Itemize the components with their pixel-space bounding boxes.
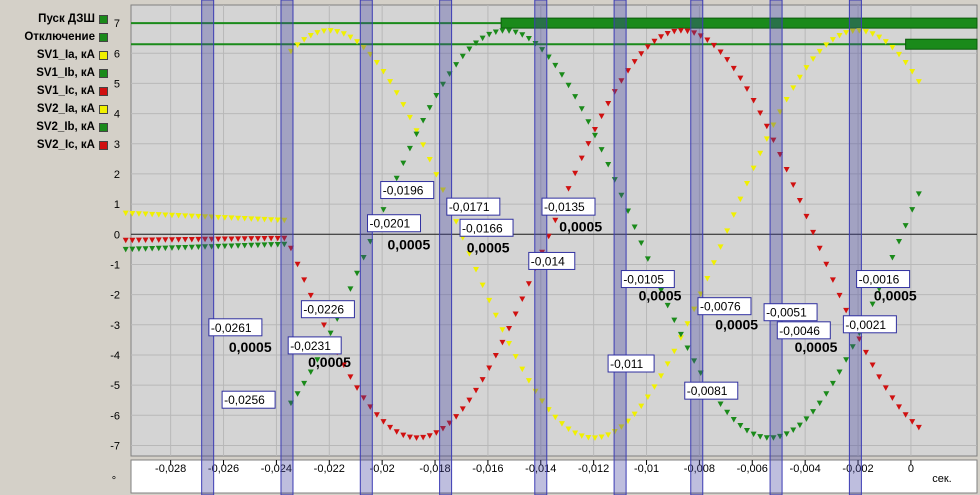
- time-cursor[interactable]: [280, 0, 294, 495]
- time-cursor[interactable]: [534, 0, 548, 495]
- y-tick-label: -4: [110, 350, 120, 362]
- x-tick-label: -0,006: [737, 463, 768, 475]
- cursor-time-label: -0,0196: [383, 184, 424, 198]
- cursor-time-label: -0,0021: [845, 318, 886, 332]
- cursor-delta-label: 0,0005: [229, 339, 272, 355]
- x-tick-label: 0: [908, 463, 914, 475]
- time-cursor[interactable]: [359, 0, 373, 495]
- x-tick-label: -0,016: [472, 463, 503, 475]
- x-axis-label: сек.: [932, 473, 952, 485]
- cursor-time-label: -0,0256: [224, 393, 265, 407]
- x-tick-label: -0,028: [155, 463, 186, 475]
- cursor-delta-label: 0,0005: [639, 288, 682, 304]
- cursor-time-label: -0,0046: [779, 324, 820, 338]
- x-tick-label: -0,02: [370, 463, 395, 475]
- cursor-time-label: -0,0201: [370, 217, 411, 231]
- x-tick-label: -0,01: [634, 463, 659, 475]
- cursor-time-label: -0,014: [531, 254, 565, 268]
- cursor-delta-label: 0,0005: [795, 339, 838, 355]
- y-tick-label: -5: [110, 380, 120, 392]
- y-tick-label: 3: [114, 139, 120, 151]
- cursor-time-label: -0,0105: [623, 273, 664, 287]
- time-cursor[interactable]: [613, 0, 627, 495]
- data-point-Ia: [122, 210, 129, 217]
- cursor-delta-label: 0,0005: [715, 316, 758, 332]
- cursor-delta-label: 0,0005: [559, 218, 602, 234]
- y-tick-label: 4: [114, 109, 120, 121]
- y-tick-label: -2: [110, 290, 120, 302]
- cursor-time-label: -0,0166: [462, 221, 503, 235]
- y-tick-label: -3: [110, 320, 120, 332]
- y-tick-label: -1: [110, 259, 120, 271]
- y-tick-label: 2: [114, 169, 120, 181]
- cursor-time-label: -0,0076: [700, 300, 741, 314]
- y-tick-label: 5: [114, 78, 120, 90]
- x-tick-label: -0,022: [314, 463, 345, 475]
- cursor-time-label: -0,0016: [859, 273, 900, 287]
- cursor-time-label: -0,0261: [211, 321, 252, 335]
- digital-channel-active: [500, 17, 978, 29]
- x-tick-label: -0,012: [578, 463, 609, 475]
- cursor-time-label: -0,0231: [290, 339, 331, 353]
- cursor-delta-label: 0,0005: [308, 354, 351, 370]
- cursor-delta-label: 0,0005: [467, 239, 510, 255]
- cursor-time-label: -0,0171: [449, 200, 490, 214]
- time-cursor[interactable]: [201, 0, 215, 495]
- data-point-Ib: [122, 246, 129, 253]
- axis-unit-mark: °: [112, 475, 116, 487]
- time-cursor[interactable]: [848, 0, 862, 495]
- cursor-time-label: -0,0051: [766, 306, 807, 320]
- time-cursor[interactable]: [439, 0, 453, 495]
- y-tick-label: -7: [110, 440, 120, 452]
- cursor-time-label: -0,0081: [687, 384, 728, 398]
- oscillogram-chart[interactable]: 76543210-1-2-3-4-5-6-7-0,028 -0,026 -0,024…: [0, 0, 980, 495]
- cursor-delta-label: 0,0005: [874, 288, 917, 304]
- cursor-time-label: -0,0135: [544, 200, 585, 214]
- y-tick-label: 0: [114, 229, 120, 241]
- y-tick-label: -6: [110, 410, 120, 422]
- x-tick-label: -0,004: [790, 463, 821, 475]
- cursor-delta-label: 0,0005: [387, 236, 430, 252]
- data-point-Ic: [122, 237, 129, 244]
- time-cursor[interactable]: [769, 0, 783, 495]
- y-tick-label: 1: [114, 199, 120, 211]
- y-tick-label: 7: [114, 18, 120, 30]
- oscillogram-viewer: Пуск ДЗШ Отключение SV1_Ia, кА SV1_Ib, кА SV…: [0, 0, 980, 495]
- digital-channel-active: [905, 38, 978, 50]
- time-cursor[interactable]: [690, 0, 704, 495]
- cursor-time-label: -0,011: [610, 357, 643, 371]
- cursor-time-label: -0,0226: [303, 303, 344, 317]
- y-tick-label: 6: [114, 48, 120, 60]
